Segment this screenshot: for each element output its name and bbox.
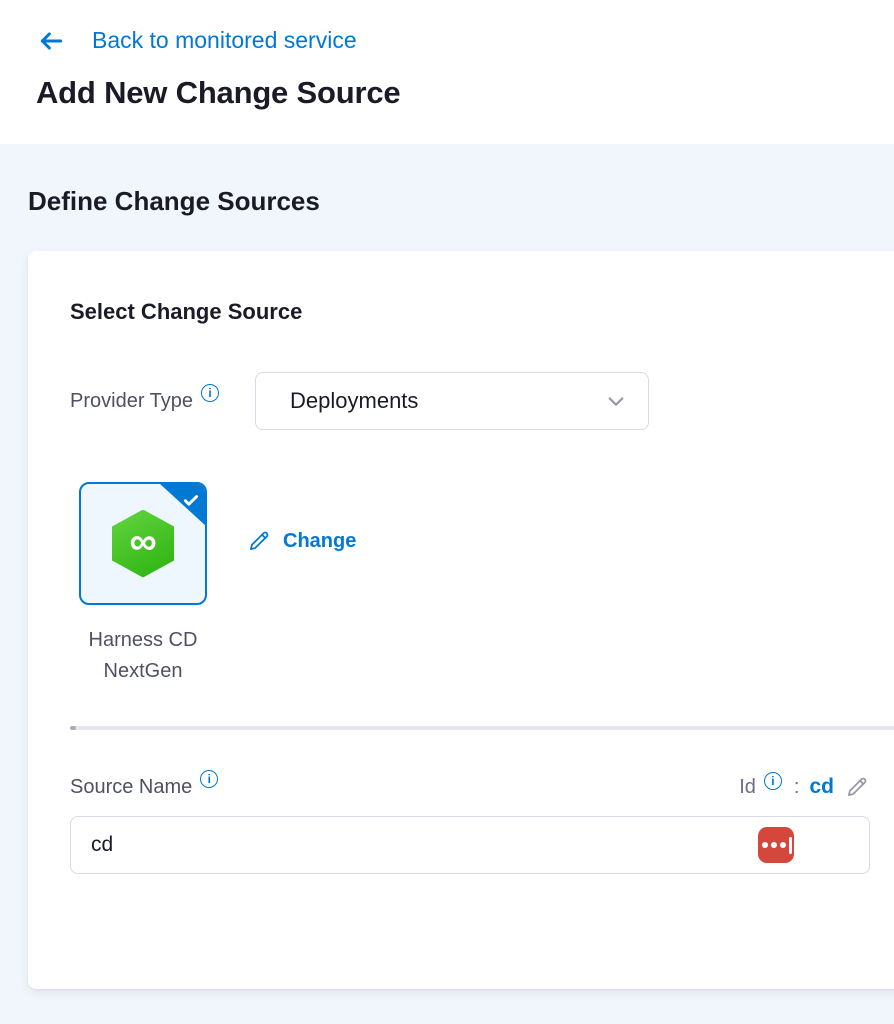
source-name-info-icon[interactable]: i — [200, 770, 218, 788]
change-link-label[interactable]: Change — [283, 530, 356, 553]
check-icon — [182, 491, 200, 509]
infinity-icon: ∞ — [129, 523, 156, 561]
back-arrow-icon[interactable] — [36, 28, 66, 54]
change-provider-link[interactable]: Change — [246, 528, 356, 554]
back-to-monitored-service-link[interactable]: Back to monitored service — [36, 0, 357, 54]
page-title: Add New Change Source — [36, 75, 894, 111]
provider-tile-harness-cd-nextgen[interactable]: ∞ — [79, 482, 207, 605]
password-manager-dot — [771, 842, 777, 848]
source-name-label: Source Name i — [70, 776, 218, 799]
provider-type-row: Provider Type i Deployments — [70, 372, 894, 430]
pencil-icon — [246, 528, 272, 554]
provider-type-label-text: Provider Type — [70, 390, 193, 413]
section-title: Define Change Sources — [28, 186, 894, 217]
source-name-row: Source Name i Id i : cd — [70, 774, 870, 800]
id-info-icon[interactable]: i — [764, 772, 782, 790]
password-manager-cursor — [789, 837, 792, 854]
page-header: Back to monitored service Add New Change… — [0, 0, 894, 144]
source-name-input-wrap — [70, 816, 870, 874]
section-divider — [70, 726, 894, 730]
source-name-input[interactable] — [70, 816, 870, 874]
provider-name-line1: Harness CD — [55, 625, 231, 656]
password-manager-dot — [780, 842, 786, 848]
id-value: cd — [809, 775, 834, 799]
provider-type-label: Provider Type i — [70, 390, 219, 413]
password-manager-dot — [762, 842, 768, 848]
provider-type-info-icon[interactable]: i — [201, 384, 219, 402]
chevron-down-icon — [606, 391, 626, 411]
source-name-label-text: Source Name — [70, 776, 192, 799]
change-source-card: Select Change Source Provider Type i Dep… — [28, 251, 894, 989]
provider-name-line2: NextGen — [55, 656, 231, 687]
content-area: Define Change Sources Select Change Sour… — [0, 144, 894, 1024]
harness-cd-icon: ∞ — [112, 510, 174, 578]
edit-id-pencil-icon[interactable] — [844, 774, 870, 800]
password-manager-icon[interactable] — [758, 827, 794, 863]
back-link-label[interactable]: Back to monitored service — [92, 27, 357, 54]
provider-type-selected-value: Deployments — [290, 388, 418, 414]
id-label: Id — [739, 776, 756, 799]
source-name-section: Source Name i Id i : cd — [70, 774, 870, 874]
id-separator: : — [794, 776, 800, 799]
provider-type-dropdown[interactable]: Deployments — [255, 372, 649, 430]
provider-tile-caption: Harness CD NextGen — [55, 625, 231, 687]
identifier-group: Id i : cd — [739, 774, 870, 800]
selected-provider-row: ∞ Harness CD NextGen Change — [70, 482, 894, 687]
selected-provider-column: ∞ Harness CD NextGen — [79, 482, 207, 687]
card-title: Select Change Source — [70, 299, 894, 325]
